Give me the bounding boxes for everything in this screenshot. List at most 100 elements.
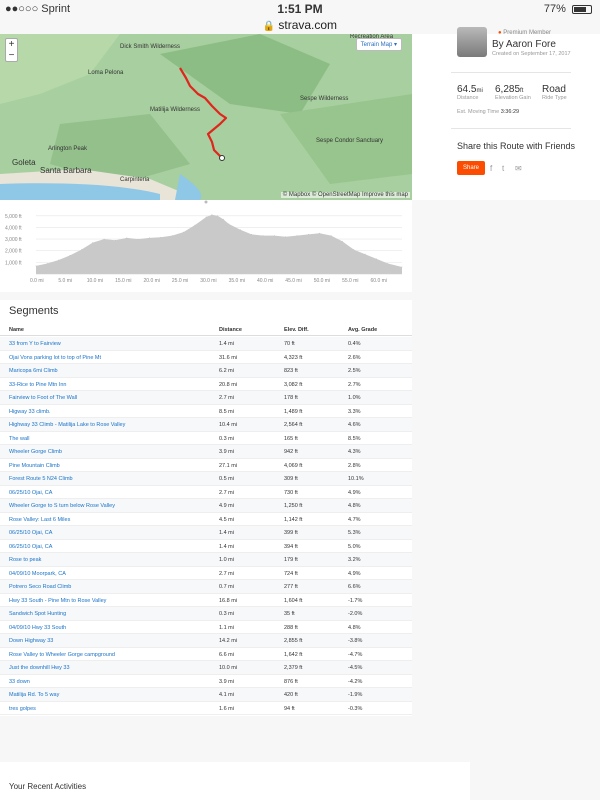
premium-badge: ● Premium Member <box>498 30 551 36</box>
segment-distance: 27.1 mi <box>219 462 238 469</box>
map-label: Dick Smith Wilderness <box>120 44 181 50</box>
segment-elev-diff: 1,142 ft <box>284 516 303 523</box>
y-tick-label: 1,000 ft <box>5 260 22 266</box>
segment-name-link[interactable]: Matilija Rd. To 5 way <box>9 692 59 698</box>
segment-name-link[interactable]: Sandwich Spot Hunting <box>9 611 66 617</box>
table-row: Sandwich Spot Hunting 0.3 mi 35 ft -2.0% <box>0 607 412 621</box>
segment-avg-grade: -1.9% <box>348 692 363 698</box>
segment-name-link[interactable]: 06/25/10 Ojai, CA <box>9 530 52 536</box>
segment-distance: 14.2 mi <box>219 638 238 644</box>
segment-name-link[interactable]: Wheeler Gorge to S turn below Rose Valle… <box>9 503 115 509</box>
segment-name-link[interactable]: Just the downhill Hwy 33 <box>9 665 70 671</box>
segment-elev-diff: 2,855 ft <box>284 638 303 644</box>
segment-elev-diff: 70 ft <box>284 341 295 347</box>
segment-name-link[interactable]: Rose Valley: Last 6 Miles <box>9 517 70 523</box>
segment-distance: 0.5 mi <box>219 476 234 482</box>
x-tick-label: 35.0 mi <box>229 278 245 284</box>
segment-elev-diff: 35 ft <box>284 611 295 617</box>
segment-name-link[interactable]: Forest Route 5 N24 Climb <box>9 476 73 482</box>
segment-name-link[interactable]: 33-Rice to Pine Mtn Inn <box>9 382 66 388</box>
segment-name-link[interactable]: Higway 33 climb. <box>9 409 51 415</box>
segment-name-link[interactable]: Maricopa 6mi Climb <box>9 368 58 374</box>
segments-panel: Segments Name Distance Elev. Diff. Avg. … <box>0 300 412 716</box>
segment-name-link[interactable]: Down Highway 33 <box>9 638 53 644</box>
elevation-point <box>115 239 116 241</box>
x-tick-label: 50.0 mi <box>314 278 330 284</box>
stat-elevation: 6,285ft Elevation Gain <box>495 84 531 101</box>
x-tick-label: 5.0 mi <box>58 278 72 284</box>
zoom-out-button[interactable]: − <box>6 50 17 61</box>
segment-name-link[interactable]: Highway 33 Climb - Matilija Lake to Rose… <box>9 422 125 428</box>
segment-name-link[interactable]: Rose Valley to Wheeler Gorge campground <box>9 652 115 658</box>
email-icon[interactable]: ✉ <box>515 164 522 173</box>
segment-name-link[interactable]: 33 from Y to Fairview <box>9 341 61 347</box>
segment-avg-grade: 6.6% <box>348 584 361 590</box>
battery-percent: 77% <box>543 3 566 15</box>
segment-distance: 2.7 mi <box>219 395 234 401</box>
segment-elev-diff: 942 ft <box>284 449 298 455</box>
moving-time-value: 3:36:29 <box>500 109 520 115</box>
x-tick-label: 55.0 mi <box>342 278 358 284</box>
stat-unit: ft <box>520 88 524 94</box>
elevation-point <box>222 218 224 220</box>
segment-distance: 6.6 mi <box>219 651 234 658</box>
segment-avg-grade: -4.7% <box>348 651 363 658</box>
elevation-point <box>296 235 298 236</box>
table-row: Hwy 33 South - Pine Mtn to Rose Valley 16… <box>0 593 412 607</box>
segment-name-link[interactable]: Fairview to Foot of The Wall <box>9 395 77 401</box>
map-attribution[interactable]: © Mapbox © OpenStreetMap Improve this ma… <box>280 192 410 198</box>
table-row: 33 down 3.9 mi 876 ft -4.2% <box>0 674 412 688</box>
segment-name-link[interactable]: The wall <box>9 436 29 442</box>
x-tick-label: 0.0 mi <box>30 278 44 284</box>
segment-distance: 0.7 mi <box>219 584 234 590</box>
map-label: Santa Barbara <box>40 166 92 175</box>
map-label: Sespe Condor Sanctuary <box>316 138 384 144</box>
share-button[interactable]: Share <box>457 161 485 175</box>
segment-distance: 31.6 mi <box>219 354 238 361</box>
segment-name-link[interactable]: 04/09/10 Moorpark, CA <box>9 571 66 577</box>
facebook-icon[interactable]: f <box>490 164 492 173</box>
route-sidebar <box>412 34 600 200</box>
elevation-point <box>353 249 355 250</box>
segment-elev-diff: 1,250 ft <box>284 503 303 509</box>
segment-name-link[interactable]: 06/25/10 Ojai, CA <box>9 490 52 496</box>
segment-name-link[interactable]: Hwy 33 South - Pine Mtn to Rose Valley <box>9 598 106 604</box>
lock-icon: 🔒 <box>262 21 276 32</box>
table-row: Pine Mountain Climb 27.1 mi 4,069 ft 2.8% <box>0 458 412 472</box>
segment-distance: 4.9 mi <box>219 503 234 509</box>
segment-name-link[interactable]: 04/09/10 Hwy 33 South <box>9 625 66 631</box>
table-row: 33 from Y to Fairview 1.4 mi 70 ft 0.4% <box>0 337 412 351</box>
segment-elev-diff: 309 ft <box>284 476 298 482</box>
elevation-point <box>273 235 275 236</box>
route-map[interactable]: + − Terrain Map ▾ Dick Smith Wilderness … <box>0 34 412 200</box>
table-row: 33-Rice to Pine Mtn Inn 20.8 mi 3,082 ft 2.… <box>0 377 412 391</box>
x-tick-label: 40.0 mi <box>257 278 273 284</box>
twitter-icon[interactable]: t <box>502 164 504 173</box>
author-link[interactable]: By Aaron Fore <box>492 39 556 50</box>
table-row: Wheeler Gorge to S turn below Rose Valle… <box>0 499 412 513</box>
stat-label: Distance <box>457 95 479 101</box>
col-distance: Distance <box>219 327 242 333</box>
table-row: 06/25/10 Ojai, CA 2.7 mi 730 ft 4.9% <box>0 485 412 499</box>
segment-name-link[interactable]: Pine Mountain Climb <box>9 463 60 469</box>
col-name: Name <box>9 327 24 333</box>
elevation-point <box>319 232 321 234</box>
segment-elev-diff: 2,379 ft <box>284 665 303 671</box>
elevation-point <box>46 263 48 264</box>
segment-elev-diff: 1,604 ft <box>284 597 303 604</box>
avatar[interactable] <box>457 27 487 57</box>
divider <box>451 72 571 73</box>
segment-name-link[interactable]: tres golpes <box>9 706 36 712</box>
segment-elev-diff: 288 ft <box>284 624 298 631</box>
table-row: 06/25/10 Ojai, CA 1.4 mi 394 ft 5.0% <box>0 539 412 553</box>
segment-name-link[interactable]: Potrero Seco Road Climb <box>9 584 71 590</box>
segment-name-link[interactable]: Rose to peak <box>9 557 41 563</box>
col-avg-grade: Avg. Grade <box>348 327 378 333</box>
segment-name-link[interactable]: 06/25/10 Ojai, CA <box>9 544 52 550</box>
segment-name-link[interactable]: Ojai Vons parking lot to top of Pine Mt <box>9 355 101 361</box>
segment-name-link[interactable]: Wheeler Gorge Climb <box>9 449 62 455</box>
segment-name-link[interactable]: 33 down <box>9 679 30 685</box>
zoom-in-button[interactable]: + <box>6 39 17 50</box>
elevation-point <box>183 231 184 233</box>
segment-distance: 1.4 mi <box>219 543 234 550</box>
